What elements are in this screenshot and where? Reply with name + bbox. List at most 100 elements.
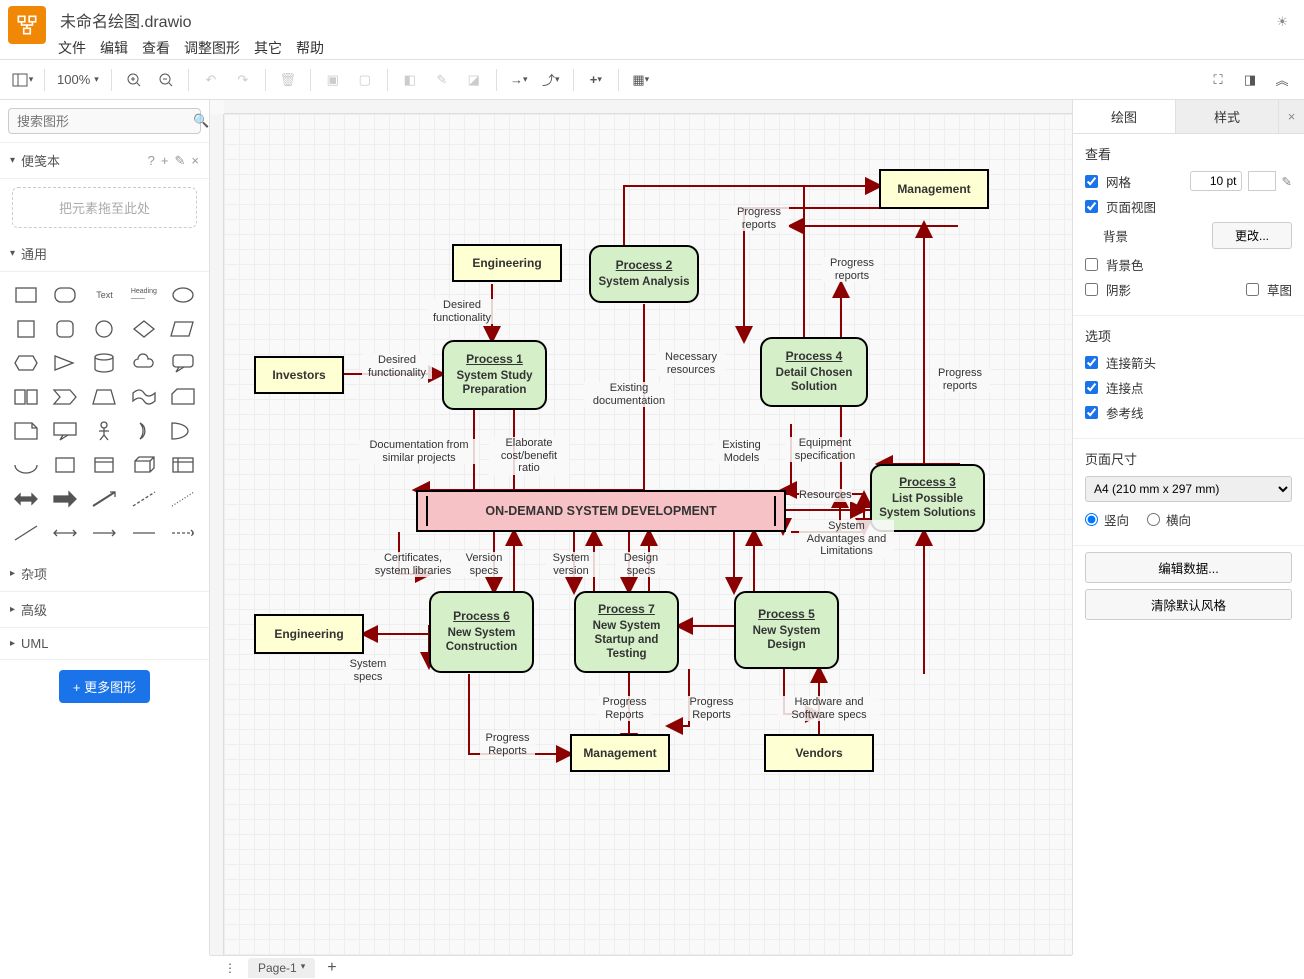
menu-adjust[interactable]: 调整图形 <box>184 38 240 58</box>
shape-moon[interactable] <box>126 416 161 446</box>
pageview-checkbox[interactable] <box>1085 200 1098 213</box>
arrows-checkbox[interactable] <box>1085 356 1098 369</box>
bgcolor-checkbox[interactable] <box>1085 258 1098 271</box>
fill-color-icon[interactable]: ◧ <box>396 66 424 94</box>
points-checkbox[interactable] <box>1085 381 1098 394</box>
shape-line[interactable] <box>8 518 43 548</box>
node-process-5[interactable]: Process 5New System Design <box>734 591 839 669</box>
node-process-4[interactable]: Process 4Detail Chosen Solution <box>760 337 868 407</box>
insert-icon[interactable]: + ▾ <box>582 66 610 94</box>
advanced-header[interactable]: ▸高级 <box>0 592 209 628</box>
line-color-icon[interactable]: ✎ <box>428 66 456 94</box>
undo-icon[interactable]: ↶ <box>197 66 225 94</box>
grid-color-swatch[interactable] <box>1248 171 1276 191</box>
canvas[interactable]: Investors Engineering Management Enginee… <box>210 100 1072 955</box>
uml-header[interactable]: ▸UML <box>0 628 209 660</box>
close-icon[interactable]: × <box>191 153 199 169</box>
shape-internal[interactable] <box>166 450 201 480</box>
shape-link[interactable] <box>87 484 122 514</box>
shape-text[interactable]: Text <box>87 280 122 310</box>
shape-arrow[interactable] <box>47 484 82 514</box>
zoom-level[interactable]: 100% ▾ <box>53 72 103 87</box>
shape-card[interactable] <box>166 382 201 412</box>
shadow-icon[interactable]: ◪ <box>460 66 488 94</box>
sidebar-toggle-icon[interactable]: ▾ <box>8 66 36 94</box>
shape-container[interactable] <box>87 450 122 480</box>
node-ondemand[interactable]: ON-DEMAND SYSTEM DEVELOPMENT <box>416 490 786 532</box>
shape-cloud[interactable] <box>126 348 161 378</box>
shape-cyl[interactable] <box>87 348 122 378</box>
shape-diamond[interactable] <box>126 314 161 344</box>
pagesize-select[interactable]: A4 (210 mm x 297 mm) <box>1085 476 1292 502</box>
shape-note[interactable] <box>8 416 43 446</box>
shape-textbox[interactable]: Heading—— <box>126 280 161 310</box>
format-panel-icon[interactable]: ◨ <box>1236 66 1264 94</box>
shape-ellipse[interactable] <box>166 280 201 310</box>
edit-icon[interactable]: ✎ <box>175 153 186 169</box>
close-panel-icon[interactable]: × <box>1278 100 1304 133</box>
shape-arrowbi[interactable] <box>8 484 43 514</box>
shape-line-dash[interactable] <box>126 484 161 514</box>
shape-step[interactable] <box>47 382 82 412</box>
landscape-radio[interactable] <box>1147 513 1160 526</box>
node-process-2[interactable]: Process 2System Analysis <box>589 245 699 303</box>
shape-rsquare[interactable] <box>47 314 82 344</box>
clear-default-button[interactable]: 清除默认风格 <box>1085 589 1292 620</box>
add-icon[interactable]: + <box>161 153 169 169</box>
connection-icon[interactable]: → ▾ <box>505 66 533 94</box>
shape-roundrect[interactable] <box>47 280 82 310</box>
general-header[interactable]: ▾ 通用 <box>0 236 209 272</box>
shape-callout2[interactable] <box>47 416 82 446</box>
node-process-6[interactable]: Process 6New System Construction <box>429 591 534 673</box>
shadow-checkbox[interactable] <box>1085 283 1098 296</box>
pencil-icon[interactable]: ✎ <box>1282 174 1292 189</box>
menu-view[interactable]: 查看 <box>142 38 170 58</box>
shape-actor[interactable] <box>87 416 122 446</box>
table-icon[interactable]: ▦ ▾ <box>627 66 655 94</box>
to-front-icon[interactable]: ▣ <box>319 66 347 94</box>
page-tab[interactable]: Page-1▾ <box>248 958 315 978</box>
edit-data-button[interactable]: 编辑数据... <box>1085 552 1292 583</box>
menu-other[interactable]: 其它 <box>254 38 282 58</box>
shape-conn-bi[interactable] <box>47 518 82 548</box>
shape-hex[interactable] <box>8 348 43 378</box>
node-investors[interactable]: Investors <box>254 356 344 394</box>
collapse-icon[interactable]: ︽ <box>1268 66 1296 94</box>
shape-trap[interactable] <box>87 382 122 412</box>
node-engineering-2[interactable]: Engineering <box>254 614 364 654</box>
shape-conn-line[interactable] <box>126 518 161 548</box>
shape-datastore[interactable] <box>47 450 82 480</box>
node-process-1[interactable]: Process 1System Study Preparation <box>442 340 547 410</box>
node-vendors[interactable]: Vendors <box>764 734 874 772</box>
shape-line-dot[interactable] <box>166 484 201 514</box>
zoom-out-icon[interactable] <box>152 66 180 94</box>
shape-rect[interactable] <box>8 280 43 310</box>
shape-or[interactable] <box>166 416 201 446</box>
shape-cube[interactable] <box>126 450 161 480</box>
node-engineering[interactable]: Engineering <box>452 244 562 282</box>
shape-square[interactable] <box>8 314 43 344</box>
document-title[interactable]: 未命名绘图.drawio <box>58 6 1268 38</box>
delete-icon[interactable]: 🗑 <box>274 66 302 94</box>
node-management[interactable]: Management <box>879 169 989 209</box>
shape-doc[interactable] <box>8 382 43 412</box>
add-page-icon[interactable]: + <box>321 959 342 977</box>
help-icon[interactable]: ? <box>148 153 155 169</box>
guides-checkbox[interactable] <box>1085 406 1098 419</box>
shape-and[interactable] <box>8 450 43 480</box>
zoom-in-icon[interactable] <box>120 66 148 94</box>
shape-callout[interactable] <box>166 348 201 378</box>
portrait-radio[interactable] <box>1085 513 1098 526</box>
node-process-7[interactable]: Process 7New System Startup and Testing <box>574 591 679 673</box>
menu-edit[interactable]: 编辑 <box>100 38 128 58</box>
menu-file[interactable]: 文件 <box>58 38 86 58</box>
shape-parallel[interactable] <box>166 314 201 344</box>
grid-checkbox[interactable] <box>1085 175 1098 188</box>
shape-tri[interactable] <box>47 348 82 378</box>
misc-header[interactable]: ▸杂项 <box>0 556 209 592</box>
scratchpad-header[interactable]: ▾ 便笺本 ?+✎× <box>0 143 209 179</box>
app-logo[interactable] <box>8 6 46 44</box>
shape-conn-dash[interactable] <box>166 518 201 548</box>
node-management-2[interactable]: Management <box>570 734 670 772</box>
waypoint-icon[interactable]: ⤴ ▾ <box>537 66 565 94</box>
